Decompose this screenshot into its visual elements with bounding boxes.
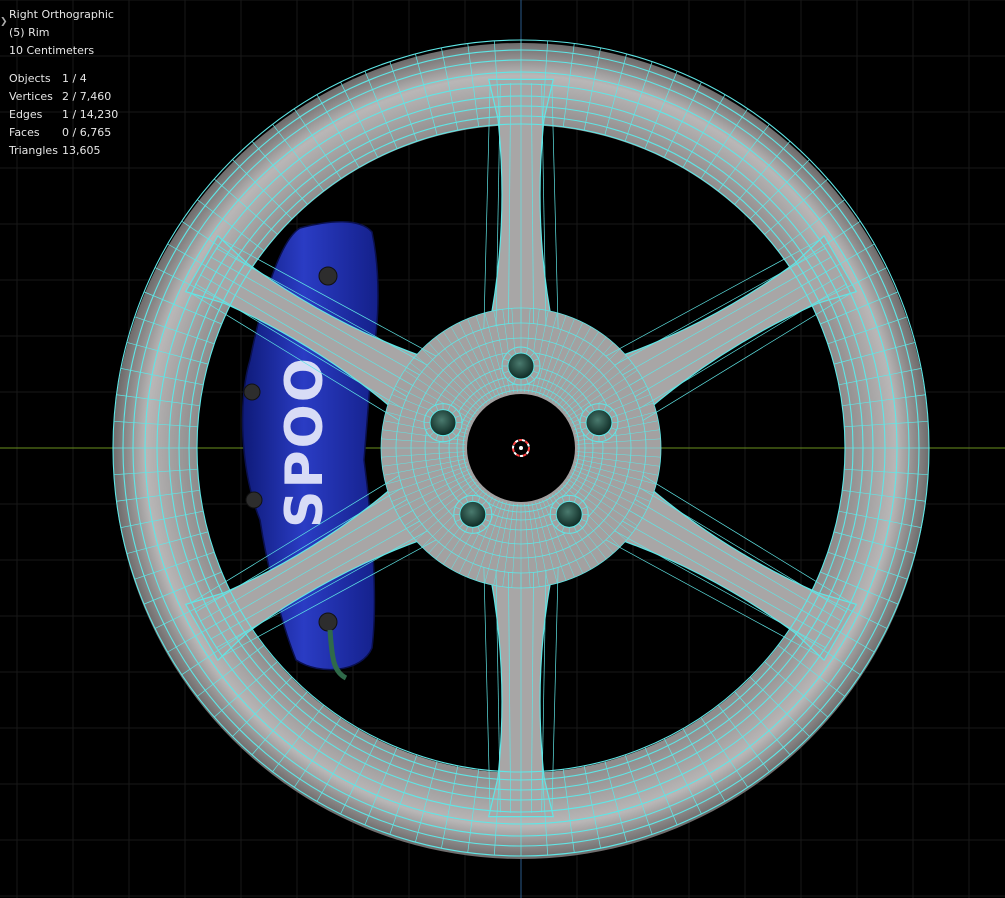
caliper-bolt-icon bbox=[243, 383, 261, 401]
caliper-bolt-icon bbox=[245, 491, 263, 509]
3d-viewport[interactable]: SPOO ❯ Right Orthographic (5) Rim 10 Cen… bbox=[0, 0, 1005, 898]
caliper-logo: SPOO bbox=[275, 356, 335, 528]
spoke-edge bbox=[622, 520, 832, 640]
viewport-canvas[interactable]: SPOO bbox=[0, 0, 1005, 898]
lug-nut-icon bbox=[459, 500, 487, 528]
lug-nut-icon bbox=[585, 409, 613, 437]
caliper-bolt-icon bbox=[318, 612, 338, 632]
lug-nut-icon bbox=[507, 352, 535, 380]
lug-nut-icon bbox=[429, 409, 457, 437]
spoke-edge bbox=[622, 256, 832, 376]
caliper-bolt-icon bbox=[318, 266, 338, 286]
lug-nut-icon bbox=[555, 500, 583, 528]
